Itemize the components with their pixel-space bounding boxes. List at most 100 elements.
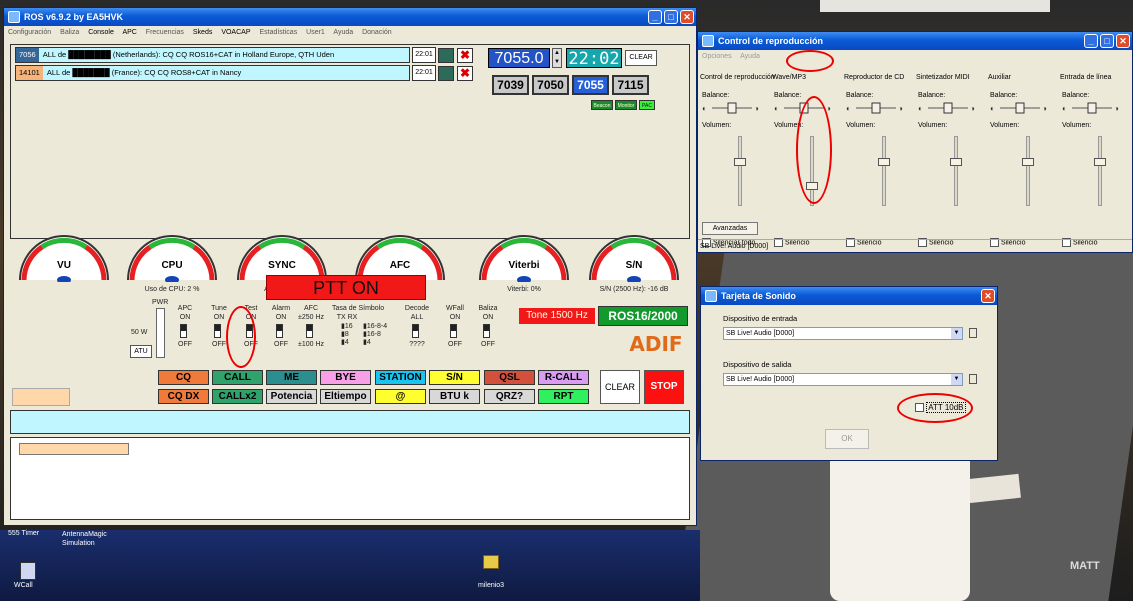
- clear-top-button[interactable]: CLEAR: [625, 50, 657, 66]
- menu-item[interactable]: User1: [306, 29, 325, 36]
- volume-knob[interactable]: [1094, 158, 1106, 166]
- macro-button-cq-dx[interactable]: CQ DX: [158, 389, 209, 404]
- macro-button-station[interactable]: STATION: [375, 370, 426, 385]
- mixer-columns: Control de reproducción Balance: ◐ ◑ Volumen…: [700, 74, 1133, 247]
- wcall-icon[interactable]: [20, 562, 36, 580]
- close-icon[interactable]: ✕: [1116, 34, 1130, 48]
- frequency-spinner[interactable]: ▲ ▼: [552, 48, 562, 68]
- switch-8[interactable]: Baliza ON OFF: [473, 305, 513, 365]
- menu-item[interactable]: Ayuda: [740, 53, 760, 60]
- ros-titlebar[interactable]: ROS v6.9.2 by EA5HVK _ □ ✕: [4, 8, 696, 26]
- macro-button-eltiempo[interactable]: Eltiempo: [320, 389, 371, 404]
- output-device-select[interactable]: SB Live! Audio [D000] ▼: [723, 373, 963, 386]
- toggle-switch[interactable]: [306, 324, 313, 338]
- adif-button[interactable]: ADIF: [625, 332, 687, 356]
- ok-button[interactable]: OK: [825, 429, 869, 449]
- menu-item[interactable]: Opciones: [702, 53, 732, 60]
- macro-button-call[interactable]: CALL: [212, 370, 263, 385]
- volume-knob[interactable]: [950, 158, 962, 166]
- toggle-switch[interactable]: [180, 324, 187, 338]
- macro-button-me[interactable]: ME: [266, 370, 317, 385]
- switch-6[interactable]: Decode ALL????: [402, 305, 442, 365]
- menu-item[interactable]: Frecuencias: [146, 29, 184, 36]
- atu-button[interactable]: ATU: [130, 345, 152, 358]
- volume-track[interactable]: [882, 136, 886, 206]
- chevron-down-icon[interactable]: ▼: [951, 374, 962, 385]
- balance-slider[interactable]: ◐ ◑: [1062, 102, 1122, 114]
- volume-track[interactable]: [738, 136, 742, 206]
- macro-button-potencia[interactable]: Potencia: [266, 389, 317, 404]
- tx-text-area[interactable]: [10, 437, 690, 520]
- macro-button-s-n[interactable]: S/N: [429, 370, 480, 385]
- minimize-icon[interactable]: _: [648, 10, 662, 24]
- reply-icon[interactable]: [438, 66, 454, 81]
- menu-item[interactable]: Baliza: [60, 29, 79, 36]
- balance-slider[interactable]: ◐ ◑: [846, 102, 906, 114]
- reply-icon[interactable]: [438, 48, 454, 63]
- macro-button-qrz-[interactable]: QRZ?: [484, 389, 535, 404]
- message-row[interactable]: 14101 ALL de ███████ (France): CQ CQ ROS8…: [15, 65, 410, 81]
- balance-slider[interactable]: ◐ ◑: [990, 102, 1050, 114]
- volume-knob[interactable]: [878, 158, 890, 166]
- preset-button-active[interactable]: 7055: [572, 75, 609, 95]
- macro-button-r-call[interactable]: R-CALL: [538, 370, 589, 385]
- balance-slider[interactable]: ◐ ◑: [702, 102, 762, 114]
- toggle-switch[interactable]: [276, 324, 283, 338]
- desktop-icon-555-timer[interactable]: 555 Timer: [8, 530, 68, 537]
- desktop-icon-antennamagic[interactable]: AntennaMagic Simulation: [62, 530, 122, 548]
- advanced-button[interactable]: Avanzadas: [702, 222, 758, 235]
- input-device-select[interactable]: SB Live! Audio [D000] ▼: [723, 327, 963, 340]
- close-icon[interactable]: ✕: [680, 10, 694, 24]
- switch-4[interactable]: AFC ±250 Hz ±100 Hz: [296, 305, 336, 365]
- maximize-icon[interactable]: □: [664, 10, 678, 24]
- volume-knob[interactable]: [734, 158, 746, 166]
- message-row[interactable]: 7056 ALL de ████████ (Netherlands): CQ CQ…: [15, 47, 410, 63]
- preset-button[interactable]: 7050: [532, 75, 569, 95]
- menu-item[interactable]: Ayuda: [333, 29, 353, 36]
- menu-item[interactable]: APC: [122, 29, 136, 36]
- tx-queue-field[interactable]: [19, 443, 129, 455]
- minimize-icon[interactable]: _: [1084, 34, 1098, 48]
- menu-item[interactable]: Configuración: [8, 29, 51, 36]
- folder-icon[interactable]: [483, 555, 499, 569]
- pwr-slider[interactable]: [156, 308, 165, 358]
- toggle-switch[interactable]: [450, 324, 457, 338]
- toggle-switch[interactable]: [483, 324, 490, 338]
- symbol-rates-rx[interactable]: ▮16-8-4 ▮16-8 ▮4: [363, 323, 387, 347]
- menu-item[interactable]: Skeds: [193, 29, 212, 36]
- macro-button-cq[interactable]: CQ: [158, 370, 209, 385]
- rx-text-field[interactable]: [10, 410, 690, 434]
- macro-button-bye[interactable]: BYE: [320, 370, 371, 385]
- gauge-sublabel: Viterbi: 0%: [507, 286, 541, 293]
- macro-button-qsl[interactable]: QSL: [484, 370, 535, 385]
- delete-icon[interactable]: ✖: [457, 66, 473, 81]
- stop-button[interactable]: STOP: [644, 370, 684, 404]
- clear-button[interactable]: CLEAR: [600, 370, 640, 404]
- mixer-titlebar[interactable]: Control de reproducción _ □ ✕: [698, 32, 1132, 50]
- chevron-down-icon[interactable]: ▼: [951, 328, 962, 339]
- menu-item[interactable]: VOACAP: [221, 29, 250, 36]
- macro-button-callx2[interactable]: CALLx2: [212, 389, 263, 404]
- macro-button--[interactable]: @: [375, 389, 426, 404]
- macro-button-rpt[interactable]: RPT: [538, 389, 589, 404]
- callsign-field[interactable]: [12, 388, 70, 406]
- menu-item[interactable]: Console: [88, 29, 114, 36]
- balance-slider[interactable]: ◐ ◑: [918, 102, 978, 114]
- preset-button[interactable]: 7115: [612, 75, 649, 95]
- delete-icon[interactable]: ✖: [457, 48, 473, 63]
- preset-button[interactable]: 7039: [492, 75, 529, 95]
- close-icon[interactable]: ✕: [981, 289, 995, 303]
- volume-track[interactable]: [1098, 136, 1102, 206]
- menu-item[interactable]: Estadísticas: [259, 29, 297, 36]
- maximize-icon[interactable]: □: [1100, 34, 1114, 48]
- volume-track[interactable]: [1026, 136, 1030, 206]
- meter-icon: [969, 328, 977, 338]
- macro-button-btu-k[interactable]: BTU k: [429, 389, 480, 404]
- symbol-rates-tx[interactable]: ▮16 ▮8 ▮4: [341, 323, 353, 347]
- menu-item[interactable]: Donación: [362, 29, 392, 36]
- volume-track[interactable]: [954, 136, 958, 206]
- sound-titlebar[interactable]: Tarjeta de Sonido ✕: [701, 287, 997, 305]
- volume-knob[interactable]: [1022, 158, 1034, 166]
- toggle-switch[interactable]: [412, 324, 419, 338]
- toggle-switch[interactable]: [214, 324, 221, 338]
